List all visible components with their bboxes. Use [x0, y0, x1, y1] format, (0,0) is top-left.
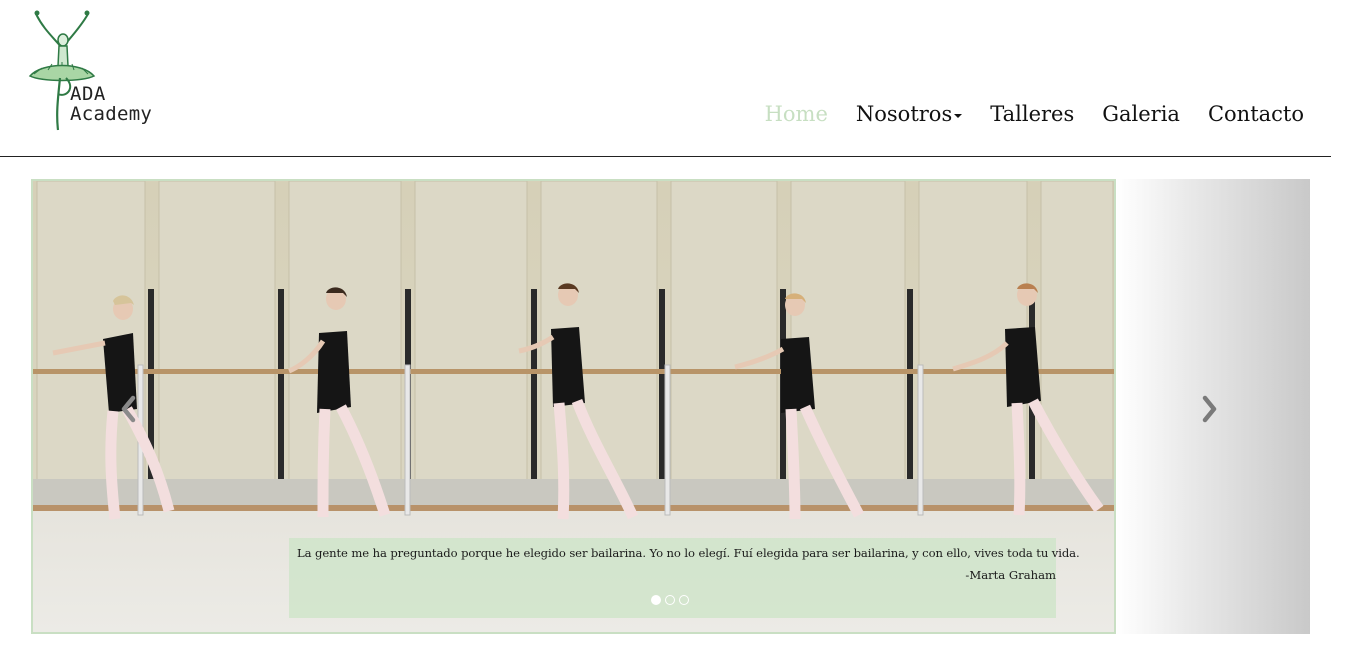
main-nav: Home Nosotros Talleres Galeria Contacto — [765, 102, 1304, 126]
hero-carousel: La gente me ha preguntado porque he eleg… — [31, 179, 1310, 634]
carousel-indicator-1[interactable] — [651, 595, 661, 605]
nav-item-home[interactable]: Home — [765, 102, 828, 126]
brand-name-line1: ADA — [70, 83, 106, 105]
caption-quote: La gente me ha preguntado porque he eleg… — [297, 546, 1080, 560]
nav-item-contacto[interactable]: Contacto — [1208, 102, 1304, 126]
carousel-indicators — [651, 595, 689, 605]
nav-item-nosotros[interactable]: Nosotros — [855, 102, 963, 126]
chevron-left-icon — [121, 395, 136, 423]
carousel-next-button[interactable] — [1195, 389, 1225, 429]
carousel-caption: La gente me ha preguntado porque he eleg… — [289, 538, 1080, 618]
caret-down-icon — [954, 113, 963, 118]
brand-name-line2: Academy — [70, 103, 153, 125]
carousel-prev-button[interactable] — [113, 389, 143, 429]
carousel-indicator-3[interactable] — [679, 595, 689, 605]
carousel-slide-image: La gente me ha preguntado porque he eleg… — [31, 179, 1116, 634]
header-divider — [0, 156, 1331, 157]
nav-item-talleres[interactable]: Talleres — [990, 102, 1074, 126]
caption-author: -Marta Graham — [965, 568, 1056, 582]
nav-item-nosotros-label: Nosotros — [855, 102, 953, 126]
carousel-indicator-2[interactable] — [665, 595, 675, 605]
nav-item-galeria[interactable]: Galeria — [1102, 102, 1180, 126]
chevron-right-icon — [1202, 395, 1217, 423]
brand-name: ADA Academy — [70, 84, 152, 124]
brand-logo[interactable]: ADA Academy — [22, 8, 172, 132]
